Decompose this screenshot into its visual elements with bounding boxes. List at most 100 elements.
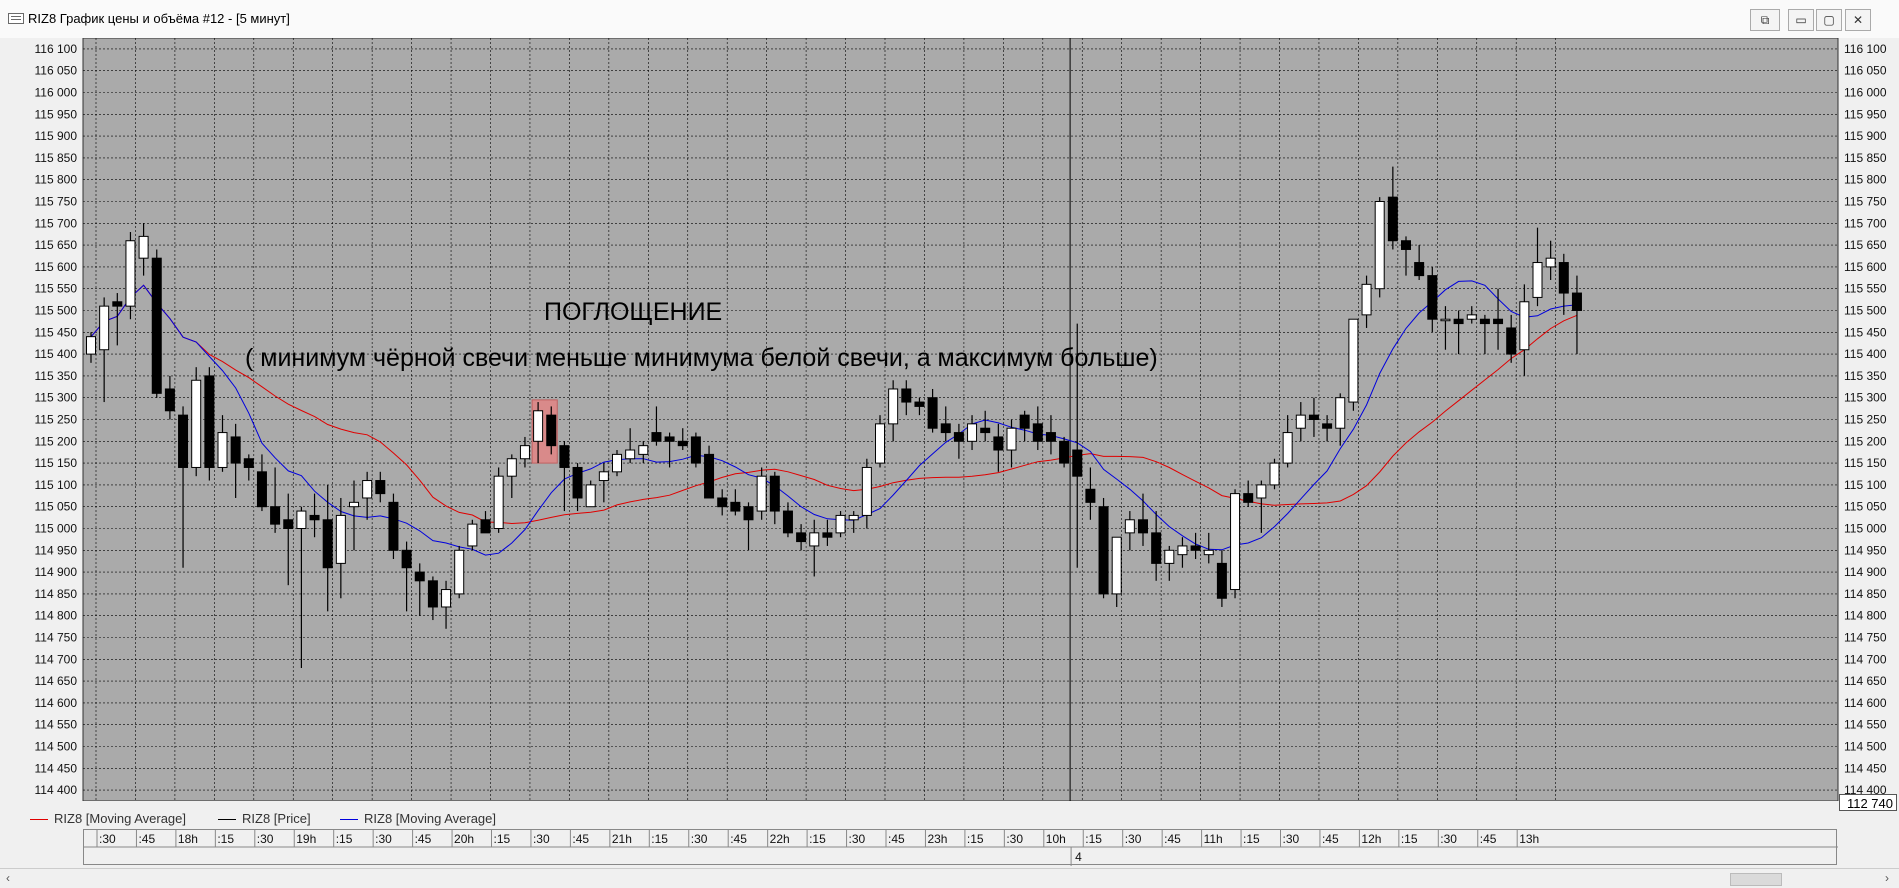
y-tick-label-left: 114 700 bbox=[35, 652, 78, 666]
candle-bull bbox=[454, 549, 465, 595]
y-tick-label-left: 115 700 bbox=[35, 216, 78, 230]
maximize-icon[interactable]: ▢ bbox=[1816, 9, 1842, 31]
y-tick-label-left: 114 750 bbox=[35, 631, 78, 645]
legend-ma-blue: RIZ8 [Moving Average] bbox=[340, 811, 496, 826]
candle-bull bbox=[1111, 536, 1122, 595]
candle-bear bbox=[1308, 414, 1319, 421]
candle-bear bbox=[178, 414, 189, 468]
time-axis[interactable]: :30:45 18h:15:30 19h:15:30:45 20h:15:30:45 2… bbox=[83, 829, 1838, 866]
y-tick-label-right: 115 450 bbox=[1844, 325, 1887, 339]
y-tick-label-right: 115 500 bbox=[1844, 304, 1887, 318]
time-tick-label: :15 bbox=[651, 832, 668, 846]
candle-bull bbox=[967, 423, 978, 442]
time-tick-label: :30 bbox=[849, 832, 866, 846]
candle-bull bbox=[1269, 462, 1280, 486]
candle-bear bbox=[993, 436, 1004, 451]
candle-bull bbox=[809, 532, 820, 547]
candle-bull bbox=[1230, 493, 1241, 591]
time-tick-label: :45 bbox=[1164, 832, 1181, 846]
window-title: RIZ8 График цены и объёма #12 - [5 минут… bbox=[28, 11, 290, 26]
title-bar: RIZ8 График цены и объёма #12 - [5 минут… bbox=[0, 0, 1899, 39]
time-tick-label: 13h bbox=[1519, 832, 1539, 846]
y-tick-label-left: 115 000 bbox=[35, 522, 78, 536]
candle-bull bbox=[138, 235, 149, 259]
scroll-thumb[interactable] bbox=[1730, 873, 1782, 886]
time-tick-label: :15 bbox=[1401, 832, 1418, 846]
y-tick-label-left: 115 200 bbox=[35, 434, 78, 448]
candle-bear bbox=[677, 440, 688, 447]
scroll-right-icon[interactable]: › bbox=[1885, 871, 1889, 885]
time-tick-label: :15 bbox=[494, 832, 511, 846]
candle-bull bbox=[1335, 397, 1346, 429]
candle-bear bbox=[375, 480, 386, 495]
candle-bear bbox=[901, 388, 912, 403]
y-tick-label-left: 115 250 bbox=[35, 413, 78, 427]
candle-bear bbox=[717, 497, 728, 508]
candle-bull bbox=[99, 305, 110, 351]
candle-bull bbox=[875, 423, 885, 464]
y-tick-label-right: 115 400 bbox=[1844, 347, 1887, 361]
time-tick-label: :30 bbox=[375, 832, 392, 846]
y-tick-label-right: 116 100 bbox=[1844, 42, 1887, 56]
candle-bull bbox=[1440, 318, 1451, 322]
candle-bull bbox=[848, 514, 859, 521]
legend-swatch-blue bbox=[340, 819, 358, 821]
time-tick-label: :30 bbox=[1440, 832, 1457, 846]
y-tick-label-left: 116 000 bbox=[35, 86, 78, 100]
y-tick-label-left: 115 400 bbox=[35, 347, 78, 361]
candle-bull bbox=[756, 475, 767, 512]
candlestick-chart[interactable]: 116 100 116 100 116 050 116 050 116 000 116 0… bbox=[0, 38, 1899, 801]
candle-bull bbox=[888, 388, 899, 425]
candle-bear bbox=[730, 501, 741, 512]
minimize-icon[interactable]: ▭ bbox=[1788, 9, 1814, 31]
y-tick-label-left: 115 300 bbox=[35, 391, 78, 405]
y-tick-label-left: 115 550 bbox=[35, 282, 78, 296]
candle-bear bbox=[1216, 562, 1227, 599]
y-tick-label-right: 115 700 bbox=[1844, 216, 1887, 230]
candle-bull bbox=[1177, 545, 1188, 556]
candle-bear bbox=[1322, 423, 1333, 429]
candle-bull bbox=[585, 484, 596, 508]
y-tick-label-right: 115 550 bbox=[1844, 282, 1887, 296]
time-tick-label: :45 bbox=[572, 832, 589, 846]
candle-bull bbox=[638, 445, 649, 455]
candle-bear bbox=[546, 414, 557, 447]
chart-panel: 116 100 116 100 116 050 116 050 116 000 116 0… bbox=[0, 38, 1899, 801]
restore-icon[interactable]: ⧉ bbox=[1750, 9, 1780, 31]
close-icon[interactable]: ✕ bbox=[1845, 9, 1871, 31]
candle-bear bbox=[480, 519, 491, 534]
candle-bear bbox=[822, 532, 833, 538]
candle-bull bbox=[1295, 414, 1306, 429]
y-tick-label-left: 115 850 bbox=[35, 151, 78, 165]
y-tick-label-right: 114 750 bbox=[1844, 631, 1887, 645]
horizontal-scrollbar[interactable]: ‹ › bbox=[0, 868, 1899, 888]
candle-bear bbox=[151, 257, 162, 394]
time-tick-label: :30 bbox=[99, 832, 116, 846]
y-tick-label-left: 115 500 bbox=[35, 304, 78, 318]
y-tick-label-right: 115 150 bbox=[1844, 456, 1887, 470]
candle-bear bbox=[1387, 196, 1398, 242]
y-tick-label-right: 115 950 bbox=[1844, 107, 1887, 121]
time-tick-label: 18h bbox=[178, 832, 198, 846]
time-tick-label: 12h bbox=[1361, 832, 1381, 846]
legend-label: RIZ8 [Moving Average] bbox=[54, 811, 186, 826]
candle-bear bbox=[427, 580, 438, 608]
y-tick-label-left: 115 600 bbox=[35, 260, 78, 274]
candle-bear bbox=[322, 519, 333, 569]
candle-bear bbox=[112, 301, 123, 307]
y-tick-label-left: 116 050 bbox=[35, 64, 78, 78]
candle-bear bbox=[1032, 423, 1043, 442]
candle-bear bbox=[1401, 240, 1411, 250]
candle-bear bbox=[782, 510, 793, 534]
scroll-left-icon[interactable]: ‹ bbox=[6, 871, 10, 885]
time-tick-label: :45 bbox=[730, 832, 747, 846]
candle-bear bbox=[1138, 519, 1148, 534]
y-tick-label-left: 114 400 bbox=[35, 783, 78, 797]
candle-bear bbox=[704, 453, 715, 499]
y-tick-label-right: 115 800 bbox=[1844, 173, 1887, 187]
y-tick-label-right: 115 900 bbox=[1844, 129, 1887, 143]
time-tick-label: 10h bbox=[1046, 832, 1066, 846]
y-tick-label-right: 115 100 bbox=[1844, 478, 1887, 492]
candle-bear bbox=[1427, 275, 1438, 320]
candle-bull bbox=[506, 458, 517, 477]
